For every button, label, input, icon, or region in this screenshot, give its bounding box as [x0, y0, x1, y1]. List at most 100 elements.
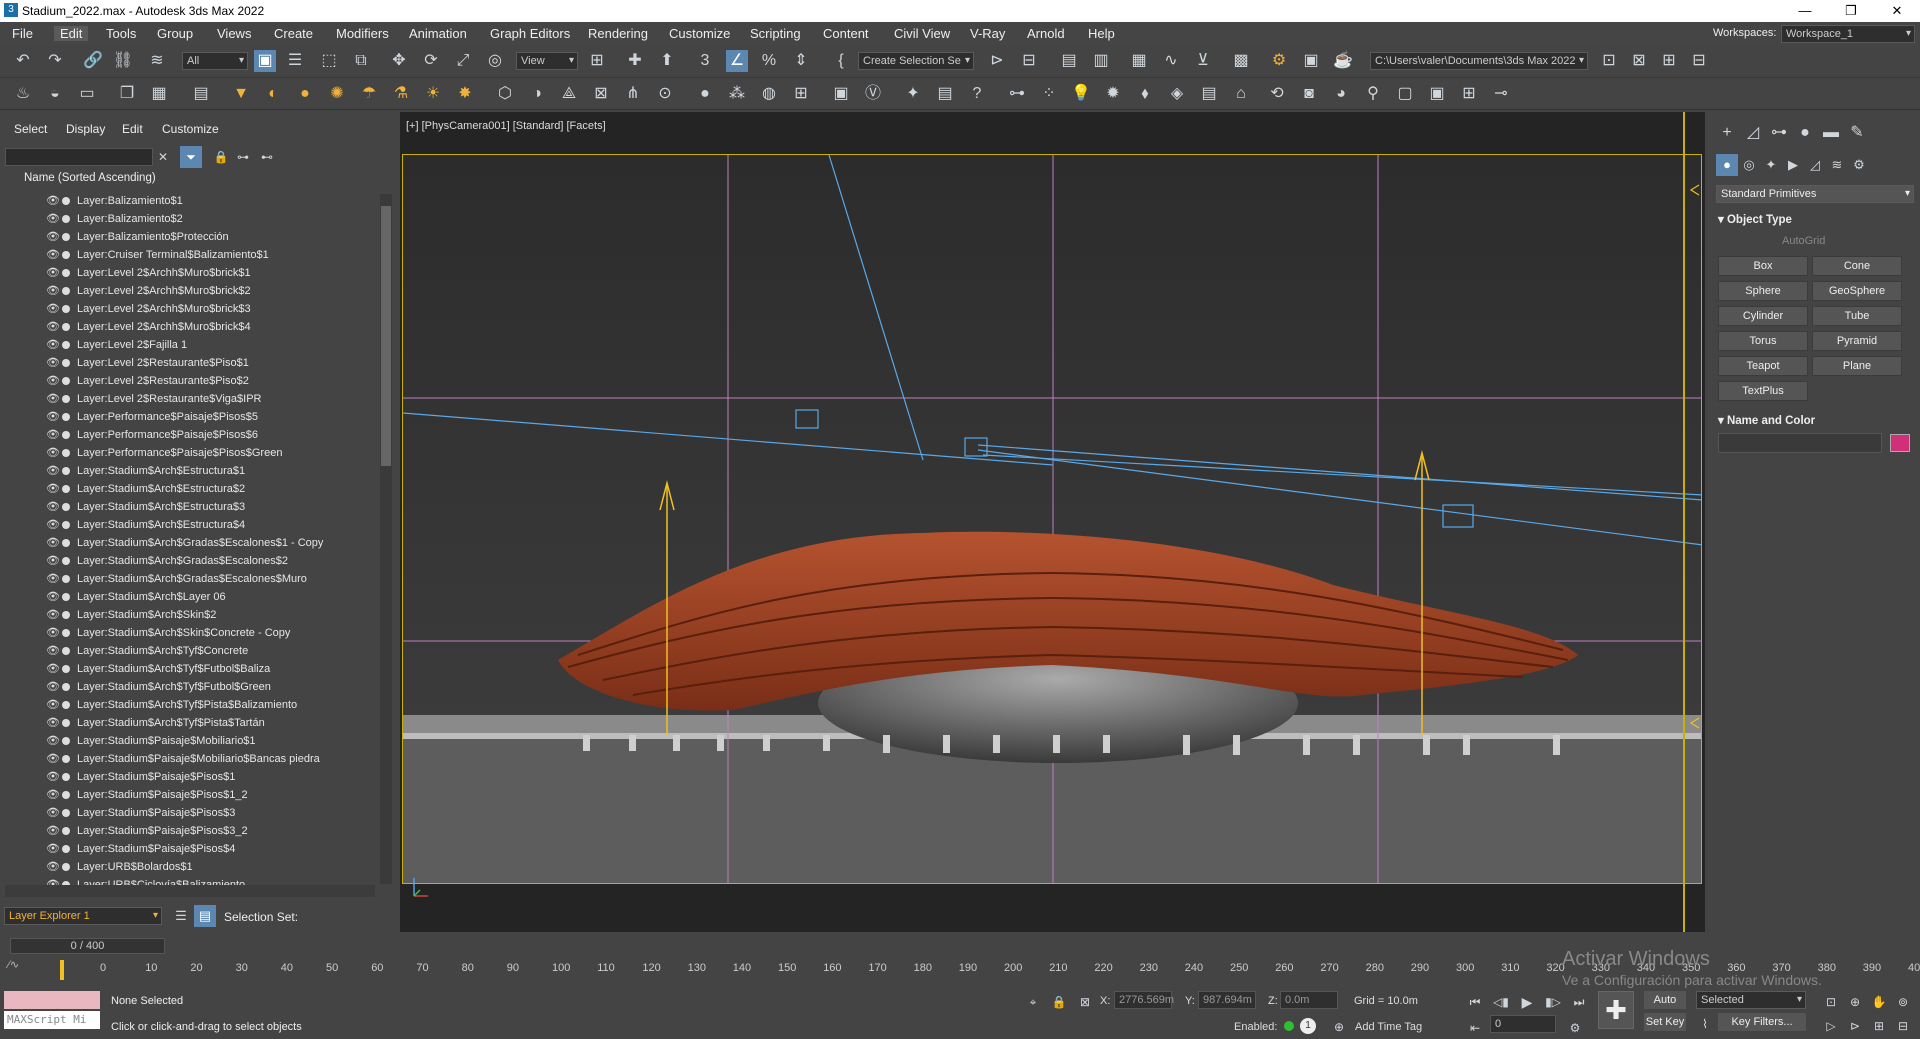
vray-tool-15-icon[interactable]: ▣ — [830, 83, 852, 105]
freeze-toggle-icon[interactable] — [62, 611, 70, 619]
layer-row[interactable]: 👁 Layer:Stadium$Arch$Tyf$Pista$Tartán — [22, 714, 379, 732]
primitive-type-dropdown[interactable]: Standard Primitives — [1716, 185, 1914, 203]
freeze-toggle-icon[interactable] — [62, 449, 70, 457]
menu-arnold[interactable]: Arnold — [1027, 26, 1065, 41]
torus-button[interactable]: Torus — [1718, 331, 1808, 351]
visibility-eye-icon[interactable]: 👁 — [46, 768, 60, 786]
visibility-eye-icon[interactable]: 👁 — [46, 210, 60, 228]
modify-panel-icon[interactable]: ◿ — [1742, 122, 1764, 144]
select-object-icon[interactable]: ▣ — [254, 50, 276, 72]
freeze-toggle-icon[interactable] — [62, 791, 70, 799]
visibility-eye-icon[interactable]: 👁 — [46, 714, 60, 732]
vray-tool-11-icon[interactable]: ⊙ — [654, 83, 676, 105]
rotate-icon[interactable]: ⟳ — [420, 50, 442, 72]
next-frame-icon[interactable]: ▮▷ — [1542, 991, 1564, 1013]
arnold-tool-4-icon[interactable]: ⁘ — [1038, 83, 1060, 105]
menu-views[interactable]: Views — [217, 26, 251, 41]
bind-spacewarp-icon[interactable]: ≋ — [146, 50, 168, 72]
layer-row[interactable]: 👁 Layer:Stadium$Arch$Gradas$Escalones$2 — [22, 552, 379, 570]
freeze-toggle-icon[interactable] — [62, 665, 70, 673]
freeze-toggle-icon[interactable] — [62, 719, 70, 727]
absolute-mode-icon[interactable]: ⊠ — [1074, 991, 1096, 1013]
workspace-dropdown[interactable]: Workspace_1 — [1781, 25, 1915, 43]
layer-row[interactable]: 👁 Layer:Performance$Paisaje$Pisos$5 — [22, 408, 379, 426]
freeze-toggle-icon[interactable] — [62, 863, 70, 871]
vray-light-icon[interactable]: ✸ — [454, 83, 476, 105]
visibility-eye-icon[interactable]: 👁 — [46, 642, 60, 660]
visibility-eye-icon[interactable]: 👁 — [46, 822, 60, 840]
geosphere-button[interactable]: GeoSphere — [1812, 281, 1902, 301]
auto-key-button[interactable]: Auto Key — [1644, 991, 1686, 1024]
visibility-eye-icon[interactable]: 👁 — [46, 246, 60, 264]
reference-coordinate-dropdown[interactable]: View — [516, 52, 578, 70]
visibility-eye-icon[interactable]: 👁 — [46, 228, 60, 246]
arnold-tool-14-icon[interactable]: ▢ — [1394, 83, 1416, 105]
menu-modifiers[interactable]: Modifiers — [336, 26, 389, 41]
vray-tool-9-icon[interactable]: ⟁ — [558, 83, 580, 105]
align-icon[interactable]: ⊟ — [1018, 50, 1040, 72]
visibility-eye-icon[interactable]: 👁 — [46, 606, 60, 624]
vray-tool-5-icon[interactable]: ☂ — [358, 83, 380, 105]
clear-search-icon[interactable]: ✕ — [152, 146, 174, 168]
lock-icon[interactable]: 🔒 — [210, 146, 232, 168]
freeze-toggle-icon[interactable] — [62, 215, 70, 223]
create-panel-icon[interactable]: + — [1716, 122, 1738, 144]
layer-row[interactable]: 👁 Layer:Stadium$Arch$Estructura$3 — [22, 498, 379, 516]
vray-tool-13-icon[interactable]: ◍ — [758, 83, 780, 105]
vray-fur-icon[interactable]: ⋔ — [622, 83, 644, 105]
move-icon[interactable]: ✥ — [388, 50, 410, 72]
arnold-tool-5-icon[interactable]: ✹ — [1102, 83, 1124, 105]
isolate-selection-icon[interactable]: ⌖ — [1022, 991, 1044, 1013]
time-configuration-icon[interactable]: ⚙ — [1564, 1017, 1586, 1039]
undo-icon[interactable]: ↶ — [12, 50, 34, 72]
arnold-tool-2-icon[interactable]: ▤ — [934, 83, 956, 105]
pan-view-icon[interactable]: ✋ — [1868, 991, 1890, 1013]
walkthrough-icon[interactable]: ⊳ — [1844, 1015, 1866, 1037]
menu-edit[interactable]: Edit — [54, 26, 89, 41]
zoom-extents-icon[interactable]: ⊡ — [1820, 991, 1842, 1013]
layer-row[interactable]: 👁 Layer:Stadium$Arch$Tyf$Concrete — [22, 642, 379, 660]
menu-rendering[interactable]: Rendering — [588, 26, 648, 41]
visibility-eye-icon[interactable]: 👁 — [46, 282, 60, 300]
z-coordinate-field[interactable]: 0.0m — [1280, 991, 1338, 1009]
layer-explorer-dropdown[interactable]: Layer Explorer 1 — [4, 907, 162, 925]
layer-row[interactable]: 👁 Layer:Level 2$Archh$Muro$brick$4 — [22, 318, 379, 336]
systems-category-icon[interactable]: ⚙ — [1848, 154, 1870, 176]
viewport-label[interactable]: [+] [PhysCamera001] [Standard] [Facets] — [406, 120, 606, 132]
arnold-tool-13-icon[interactable]: ⚲ — [1362, 83, 1384, 105]
schematic-view-icon[interactable]: ⊻ — [1192, 50, 1214, 72]
freeze-toggle-icon[interactable] — [62, 359, 70, 367]
freeze-toggle-icon[interactable] — [62, 683, 70, 691]
freeze-toggle-icon[interactable] — [62, 737, 70, 745]
toggle-ribbon-icon[interactable]: ▦ — [1128, 50, 1150, 72]
key-mode-toggle-icon[interactable]: ⇤ — [1464, 1017, 1486, 1039]
minimize-button[interactable]: — — [1782, 0, 1828, 22]
arnold-tool-10-icon[interactable]: ⟲ — [1266, 83, 1288, 105]
visibility-eye-icon[interactable]: 👁 — [46, 750, 60, 768]
selection-lock-icon[interactable]: 🔒 — [1048, 991, 1070, 1013]
percent-snap-icon[interactable]: % — [758, 50, 780, 72]
tab-display[interactable]: Display — [66, 122, 105, 136]
arnold-tool-15-icon[interactable]: ▣ — [1426, 83, 1448, 105]
unlink-icon[interactable]: ⛓ — [112, 50, 134, 72]
toggle-layer-explorer-icon[interactable]: ▥ — [1090, 50, 1112, 72]
arnold-light-icon[interactable]: 💡 — [1070, 83, 1092, 105]
freeze-toggle-icon[interactable] — [62, 503, 70, 511]
menu-file[interactable]: File — [12, 26, 33, 41]
vray-logo-icon[interactable]: Ⓥ — [862, 83, 884, 105]
menu-tools[interactable]: Tools — [106, 26, 136, 41]
freeze-toggle-icon[interactable] — [62, 323, 70, 331]
vertical-scrollbar[interactable] — [380, 194, 392, 884]
x-coordinate-field[interactable]: 2776.569m — [1114, 991, 1174, 1009]
menu-animation[interactable]: Animation — [409, 26, 467, 41]
visibility-eye-icon[interactable]: 👁 — [46, 498, 60, 516]
layer-row[interactable]: 👁 Layer:Stadium$Arch$Gradas$Escalones$1 -… — [22, 534, 379, 552]
motion-panel-icon[interactable]: ● — [1794, 122, 1816, 144]
visibility-eye-icon[interactable]: 👁 — [46, 534, 60, 552]
visibility-eye-icon[interactable]: 👁 — [46, 390, 60, 408]
spacewarps-category-icon[interactable]: ≋ — [1826, 154, 1848, 176]
horizontal-scrollbar[interactable] — [5, 885, 375, 897]
layer-row[interactable]: 👁 Layer:Stadium$Arch$Estructura$1 — [22, 462, 379, 480]
layer-hierarchy-icon[interactable]: ⊷ — [256, 146, 278, 168]
spinner-snap-icon[interactable]: ⇕ — [790, 50, 812, 72]
